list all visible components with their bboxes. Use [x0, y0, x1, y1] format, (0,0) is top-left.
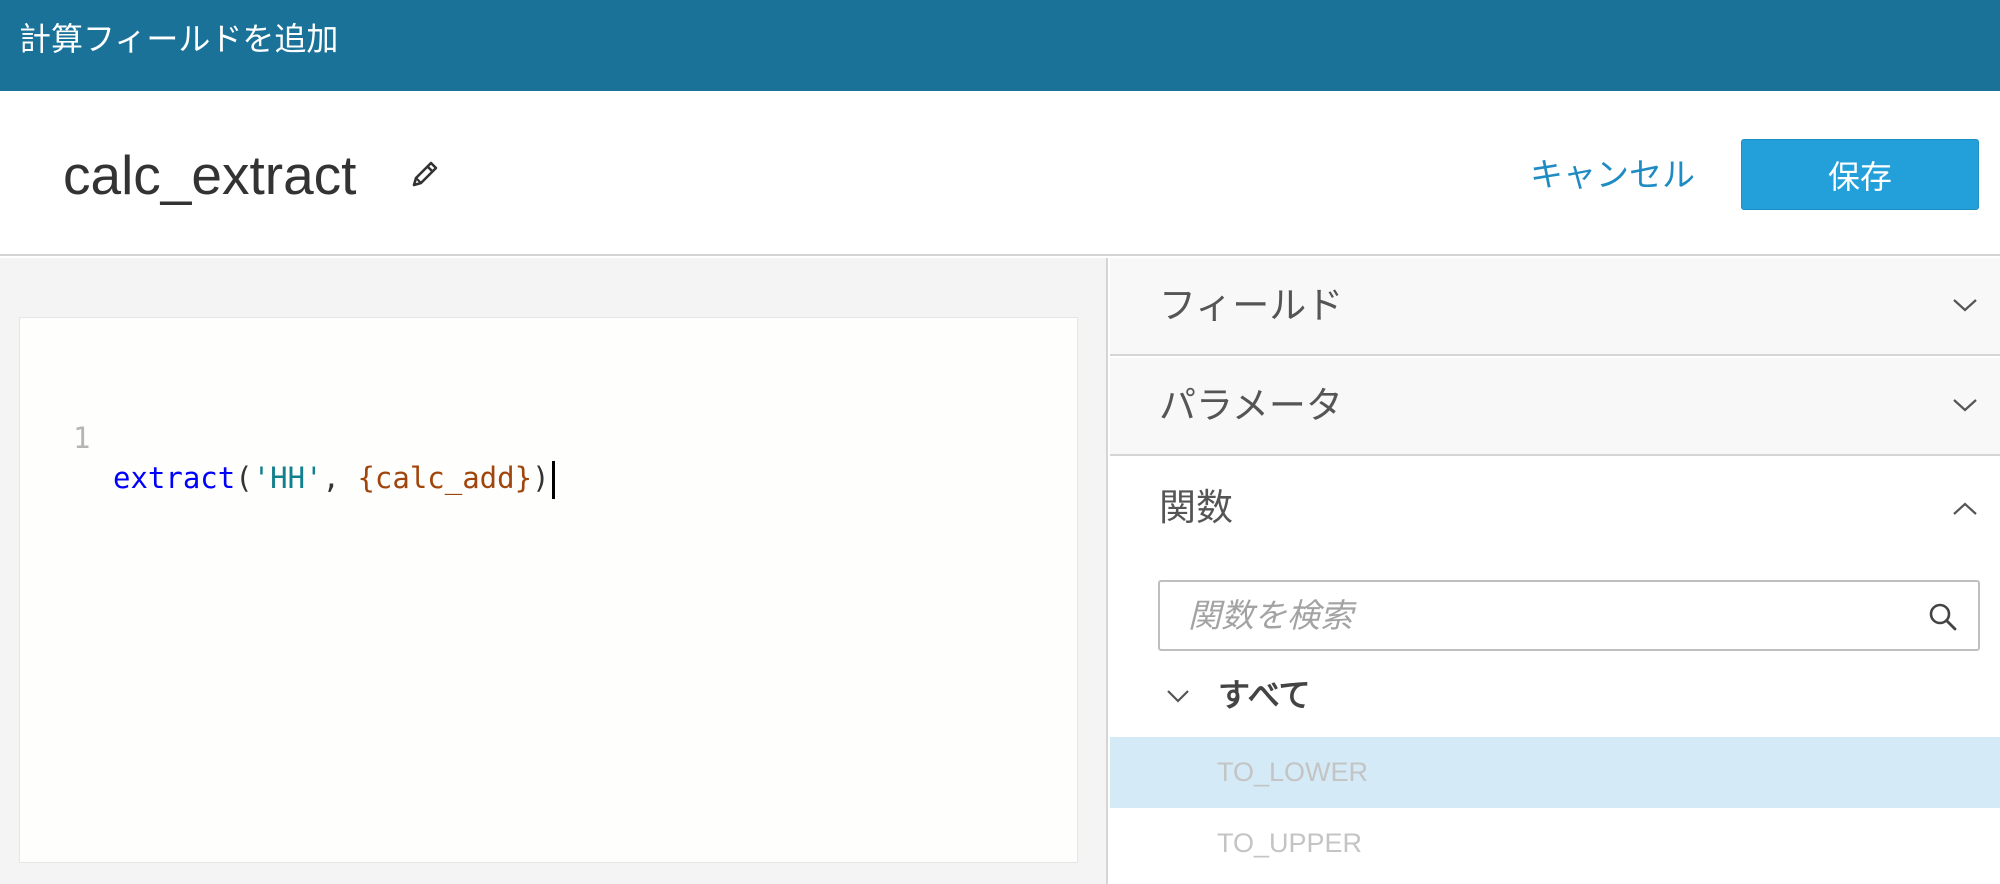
chevron-down-icon: [1952, 296, 1978, 314]
code-separator: ,: [322, 461, 358, 495]
function-item-label: TO_UPPER: [1217, 828, 1363, 858]
cancel-link[interactable]: キャンセル: [1530, 154, 1695, 196]
code-open-paren: (: [235, 461, 253, 495]
chevron-down-icon: [1166, 688, 1190, 704]
functions-section-label: 関数: [1159, 486, 1233, 529]
parameters-section-label: パラメータ: [1159, 384, 1343, 427]
formula-pane: 1 extract('HH', {calc_add}): [0, 258, 1108, 884]
code-close-paren: ): [532, 461, 550, 495]
function-item-to-upper[interactable]: TO_UPPER: [1110, 808, 2000, 879]
function-search-input[interactable]: [1188, 582, 1908, 649]
search-icon[interactable]: [1928, 602, 1958, 632]
functions-section-header[interactable]: 関数: [1110, 458, 2000, 556]
formula-code[interactable]: extract('HH', {calc_add}): [113, 458, 555, 499]
formula-editor[interactable]: 1 extract('HH', {calc_add}): [19, 317, 1078, 863]
chevron-up-icon: [1952, 500, 1978, 518]
fields-section-header[interactable]: フィールド: [1110, 258, 2000, 356]
line-number: 1: [73, 421, 91, 455]
text-caret: [551, 461, 555, 499]
chevron-down-icon: [1952, 396, 1978, 414]
pencil-icon[interactable]: [408, 157, 442, 191]
parameters-section-header[interactable]: パラメータ: [1110, 358, 2000, 456]
function-search-box: [1158, 580, 1980, 651]
category-all-label: すべて: [1218, 676, 1311, 714]
code-field-token: {calc_add}: [357, 461, 533, 495]
field-name-title: calc_extract: [63, 144, 357, 206]
window-title: 計算フィールドを追加: [19, 20, 339, 58]
save-button[interactable]: 保存: [1741, 139, 1979, 210]
code-string-token: 'HH': [252, 461, 323, 495]
code-function-token: extract: [113, 461, 236, 495]
field-header: calc_extract キャンセル 保存: [0, 91, 2000, 256]
fields-section-label: フィールド: [1159, 284, 1344, 327]
functions-section: 関数 すべて TO_LOWER TO_UPPER: [1110, 458, 2000, 884]
function-item-label: TO_LOWER: [1217, 757, 1369, 787]
side-panel: フィールド パラメータ 関数 関数を検索 すべて TO_LOWER TO_UPP…: [1110, 258, 2000, 884]
function-item-to-lower[interactable]: TO_LOWER: [1110, 737, 2000, 808]
code-line: 1 extract('HH', {calc_add}): [20, 378, 1077, 499]
title-bar: 計算フィールドを追加: [0, 0, 2000, 91]
